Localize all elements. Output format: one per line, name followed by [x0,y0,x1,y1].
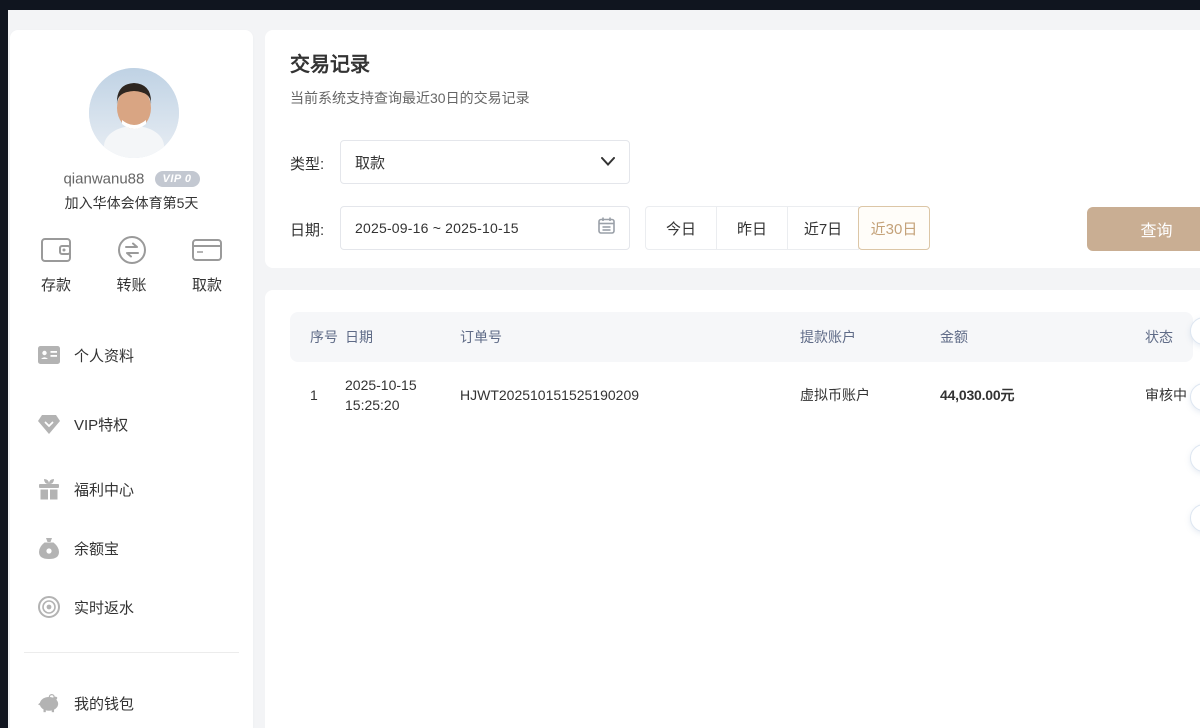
transactions-table-card: 序号 日期 订单号 提款账户 金额 状态 1 2025-10-15 15:25:… [265,290,1200,728]
date-range-input[interactable]: 2025-09-16 ~ 2025-10-15 [340,206,630,250]
sidebar-divider [24,652,239,653]
id-card-icon [38,344,60,366]
quick-actions: 存款 转账 取款 [24,232,239,295]
gift-icon [38,478,60,500]
cell-date: 2025-10-15 15:25:20 [345,375,460,416]
profile-sidebar: qianwanu88 VIP 0 加入华体会体育第5天 存款 [10,30,253,728]
withdraw-label: 取款 [175,274,239,295]
transfer-icon [100,232,164,268]
cell-date-day: 2025-10-15 [345,375,460,395]
sidebar-item-vip[interactable]: VIP特权 [38,411,128,437]
search-button[interactable]: 查询 [1087,207,1200,251]
wallet-icon [24,232,88,268]
col-header-order: 订单号 [460,327,800,347]
filter-card: 交易记录 当前系统支持查询最近30日的交易记录 类型: 取款 日期: 2025-… [265,30,1200,268]
col-header-date: 日期 [345,327,460,347]
vip-badge: VIP 0 [155,171,200,187]
top-window-bar [0,0,1200,10]
range-30days-button[interactable]: 近30日 [858,206,930,250]
cell-account: 虚拟币账户 [800,385,940,405]
range-today-button[interactable]: 今日 [645,206,717,250]
cell-order-number: HJWT202510151525190209 [460,387,800,403]
join-days-text: 加入华体会体育第5天 [10,193,253,213]
cell-date-time: 15:25:20 [345,395,460,415]
page-subtitle: 当前系统支持查询最近30日的交易记录 [290,88,530,108]
sidebar-item-yuebao[interactable]: 余额宝 [38,535,119,561]
page-title: 交易记录 [290,48,370,77]
date-range-value: 2025-09-16 ~ 2025-10-15 [355,220,598,236]
range-7days-button[interactable]: 近7日 [787,206,859,250]
type-select-value: 取款 [355,152,601,173]
user-line: qianwanu88 VIP 0 [10,170,253,188]
piggy-bank-icon [38,692,60,714]
gem-icon [38,413,60,435]
deposit-button[interactable]: 存款 [24,232,88,295]
date-label: 日期: [290,219,324,240]
col-header-account: 提款账户 [800,327,940,347]
type-select[interactable]: 取款 [340,140,630,184]
sidebar-item-profile[interactable]: 个人资料 [38,342,134,368]
left-window-edge [0,0,8,728]
sidebar-item-wallet[interactable]: 我的钱包 [38,690,134,716]
sidebar-item-welfare[interactable]: 福利中心 [38,476,134,502]
table-row: 1 2025-10-15 15:25:20 HJWT20251015152519… [290,362,1193,428]
sidebar-item-rebate[interactable]: 实时返水 [38,594,134,620]
username: qianwanu88 [63,171,144,188]
avatar [89,68,179,158]
cell-no: 1 [310,387,345,403]
calendar-icon [598,217,615,239]
sidebar-item-label: 个人资料 [74,345,134,366]
coin-icon [38,596,60,618]
col-header-status: 状态 [1145,327,1193,347]
col-header-no: 序号 [310,327,345,347]
chevron-down-icon [601,153,615,171]
table-header-row: 序号 日期 订单号 提款账户 金额 状态 [290,312,1193,362]
col-header-amount: 金额 [940,327,1145,347]
sidebar-item-label: 我的钱包 [74,693,134,714]
sidebar-item-label: 余额宝 [74,538,119,559]
date-range-presets: 今日 昨日 近7日 近30日 [645,206,930,250]
transfer-button[interactable]: 转账 [100,232,164,295]
range-yesterday-button[interactable]: 昨日 [716,206,788,250]
bank-card-icon [175,232,239,268]
avatar-portrait [89,68,179,158]
money-bag-icon [38,537,60,559]
sidebar-item-label: 福利中心 [74,479,134,500]
cell-status: 审核中 [1145,385,1193,405]
sidebar-item-label: VIP特权 [74,414,128,435]
transfer-label: 转账 [100,274,164,295]
sidebar-item-label: 实时返水 [74,597,134,618]
cell-amount: 44,030.00元 [940,385,1145,405]
deposit-label: 存款 [24,274,88,295]
type-label: 类型: [290,153,324,174]
withdraw-button[interactable]: 取款 [175,232,239,295]
